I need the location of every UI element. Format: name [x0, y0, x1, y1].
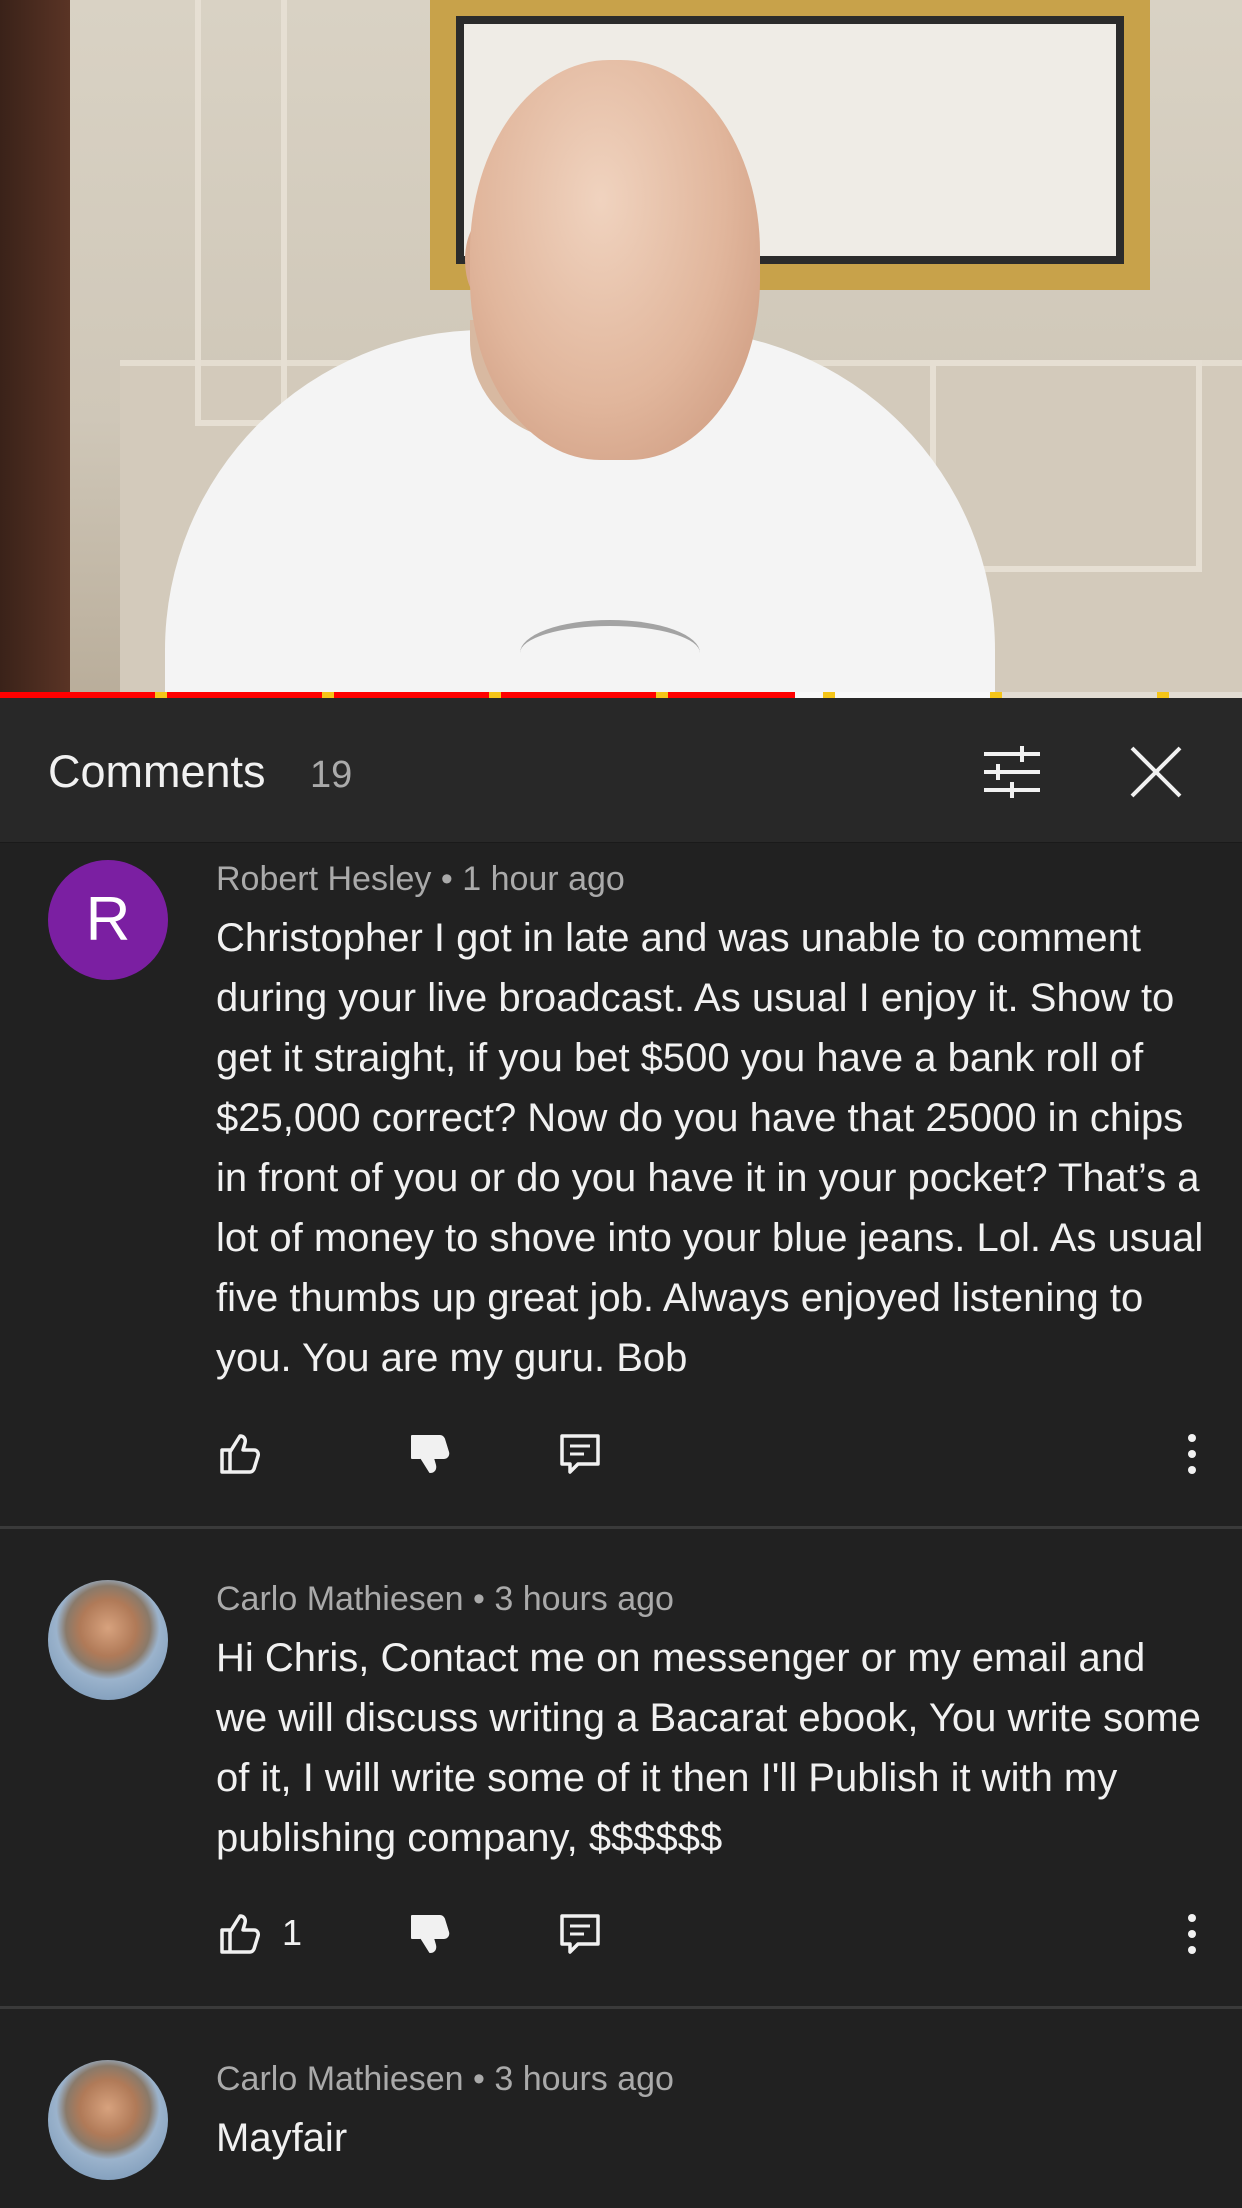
like-count: 1	[282, 1912, 303, 1953]
comment-meta: Carlo Mathiesen • 3 hours ago	[216, 2060, 674, 2099]
avatar[interactable]: R	[48, 860, 168, 980]
reply-icon[interactable]	[556, 1430, 604, 1478]
comment-text: Hi Chris, Contact me on messenger or my …	[216, 1636, 1201, 1860]
comment-divider	[0, 2006, 1242, 2009]
presenter	[470, 60, 760, 460]
more-vert-icon[interactable]	[1168, 1910, 1216, 1958]
filter-icon[interactable]	[980, 740, 1044, 804]
comment-meta: Robert Hesley • 1 hour ago	[216, 860, 625, 899]
meta-separator: •	[463, 1580, 495, 1618]
comments-header: Comments 19	[0, 698, 1242, 843]
comment-time: 3 hours ago	[494, 1580, 674, 1618]
comment-actions	[216, 1430, 1216, 1490]
comment-text: Christopher I got in late and was unable…	[216, 916, 1204, 1380]
comment-author[interactable]: Robert Hesley	[216, 860, 431, 898]
comment-meta: Carlo Mathiesen • 3 hours ago	[216, 1580, 674, 1619]
comment-time: 3 hours ago	[494, 2060, 674, 2098]
comments-title: Comments	[48, 746, 266, 797]
comment-actions: 1	[216, 1910, 1216, 1970]
meta-separator: •	[463, 2060, 495, 2098]
comment-author[interactable]: Carlo Mathiesen	[216, 1580, 464, 1618]
comment-text: Mayfair	[216, 2116, 348, 2160]
reply-icon[interactable]	[556, 1910, 604, 1958]
thumb-down-icon[interactable]	[406, 1910, 454, 1958]
comment-divider	[0, 1526, 1242, 1529]
more-vert-icon[interactable]	[1168, 1430, 1216, 1478]
avatar[interactable]	[48, 2060, 168, 2180]
video-frame-content	[0, 0, 70, 698]
thumb-down-icon[interactable]	[406, 1430, 454, 1478]
meta-separator: •	[431, 860, 463, 898]
avatar[interactable]	[48, 1580, 168, 1700]
thumb-up-icon[interactable]	[216, 1910, 264, 1958]
comments-count: 19	[310, 754, 353, 796]
thumb-up-icon[interactable]	[216, 1430, 264, 1478]
comment-author[interactable]: Carlo Mathiesen	[216, 2060, 464, 2098]
comment-time: 1 hour ago	[462, 860, 625, 898]
close-icon[interactable]	[1124, 740, 1188, 804]
video-player[interactable]	[0, 0, 1242, 698]
